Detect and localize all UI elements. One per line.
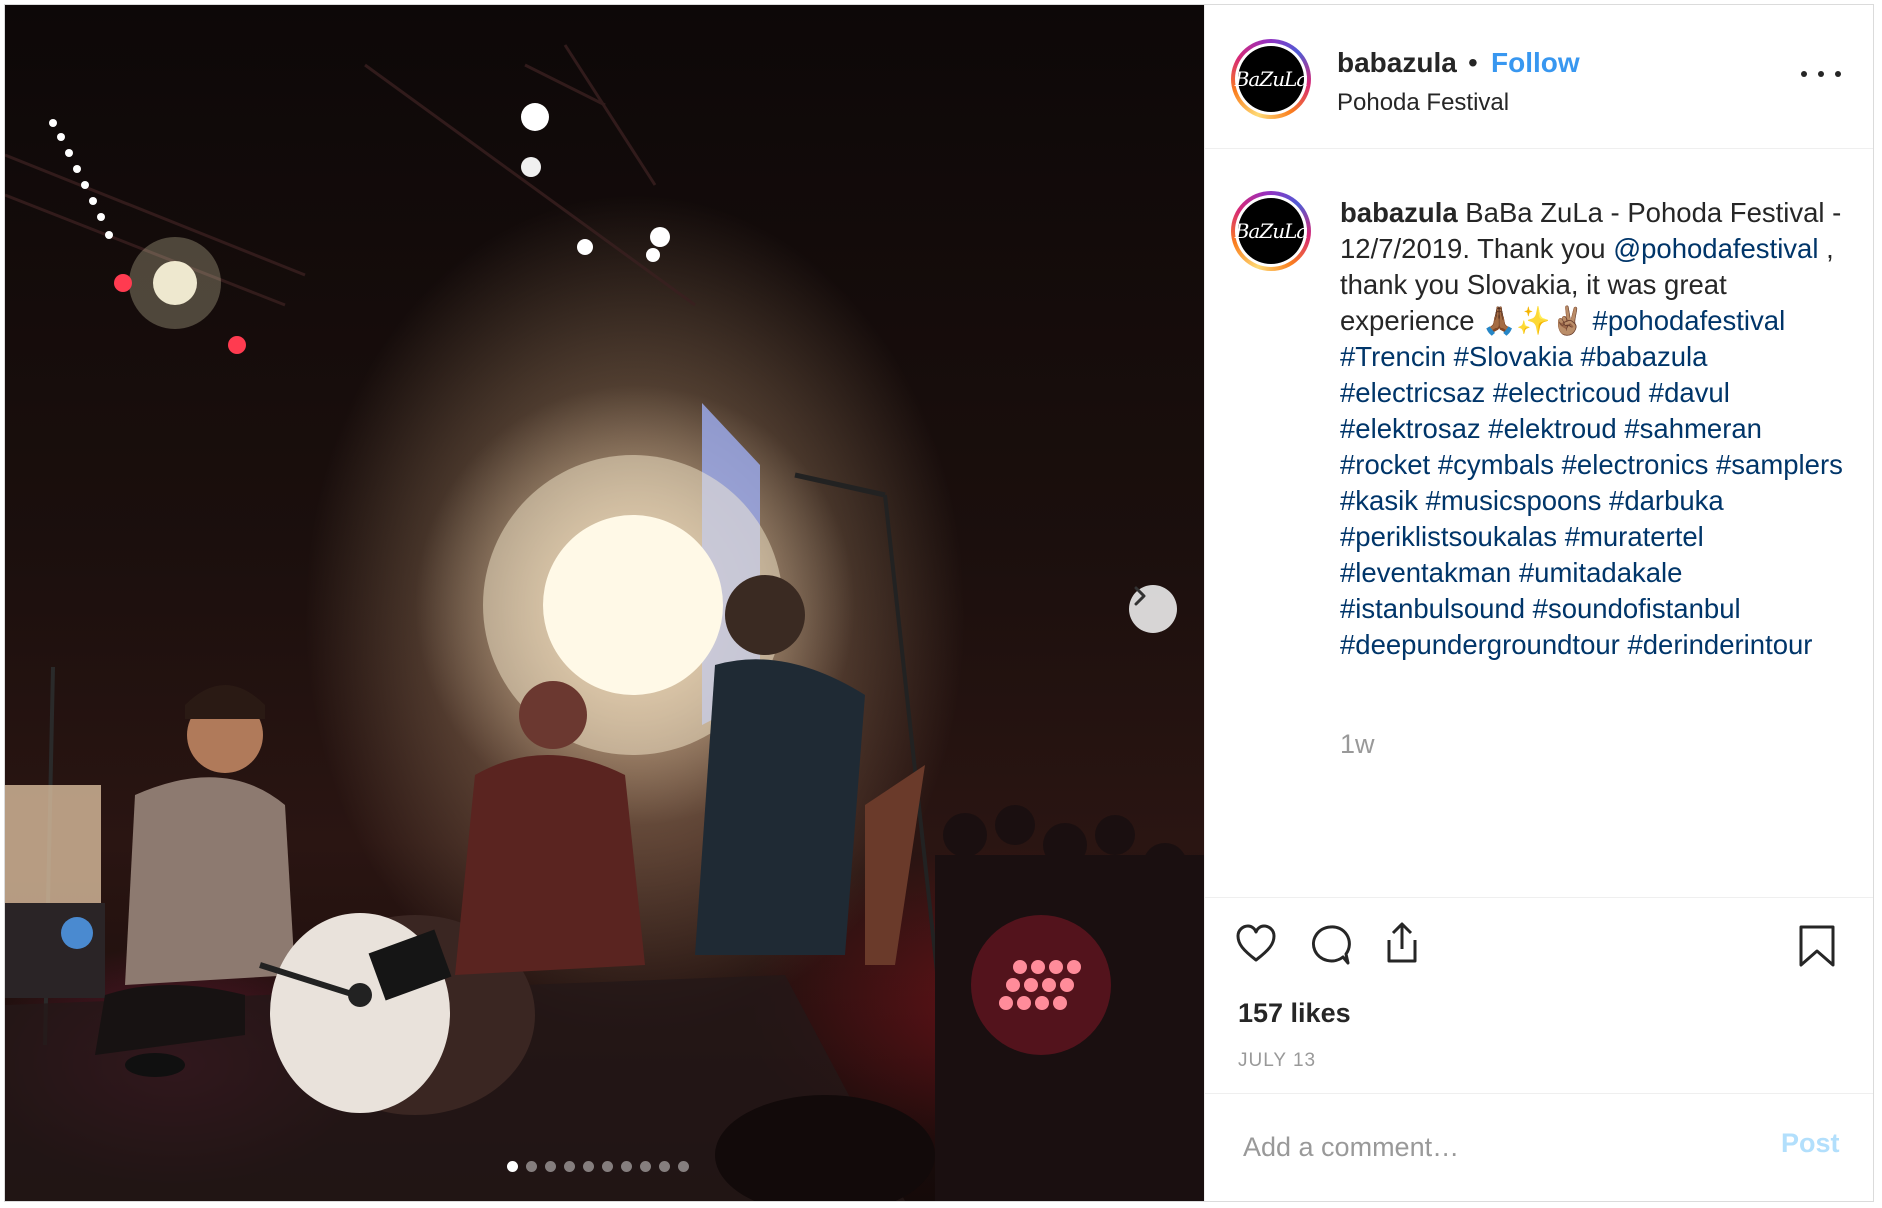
hashtag-link[interactable]: #elektrosaz [1340,413,1481,444]
carousel-dot [678,1161,689,1172]
hashtag-link[interactable]: #kasik [1340,485,1418,516]
post-actions: 157 likes JULY 13 [1205,897,1873,1094]
post-header: BaZuLa babazula • Follow Pohoda Festival [1205,5,1873,149]
carousel-dot [545,1161,556,1172]
chevron-right-icon [1134,586,1146,606]
hashtag-link[interactable]: #istanbulsound [1340,593,1525,624]
carousel-dot [602,1161,613,1172]
carousel-dot [564,1161,575,1172]
instagram-post: BaZuLa babazula • Follow Pohoda Festival… [4,4,1874,1202]
carousel-dot [621,1161,632,1172]
like-button[interactable] [1235,924,1277,969]
hashtag-link[interactable]: #electronics [1562,449,1709,480]
post-time-ago: 1w [1340,729,1375,759]
hashtag-link[interactable]: #cymbals [1438,449,1554,480]
post-date: JULY 13 [1238,1050,1317,1071]
hashtag-link[interactable]: #elektroud [1488,413,1616,444]
more-options-icon[interactable] [1801,59,1841,89]
concert-stage-scene [5,44,1204,1201]
carousel-dot [640,1161,651,1172]
caption-username[interactable]: babazula [1340,197,1458,228]
post-photo[interactable] [5,5,1204,1201]
hashtag-link[interactable]: #davul [1649,377,1730,408]
hashtag-link[interactable]: #deepundergroundtour [1340,629,1620,660]
post-caption: babazula BaBa ZuLa - Pohoda Festival - 1… [1340,195,1850,663]
caption-avatar[interactable]: BaZuLa [1231,191,1311,271]
heart-icon [1236,924,1276,962]
hashtag-link[interactable]: #electricsaz [1340,377,1485,408]
hashtag-link[interactable]: #babazula [1581,341,1708,372]
save-button[interactable] [1797,924,1837,973]
hashtag-link[interactable]: #periklistsoukalas [1340,521,1557,552]
hashtag-link[interactable]: #electricoud [1493,377,1641,408]
likes-count[interactable]: 157 likes [1238,998,1351,1029]
bookmark-icon [1799,925,1835,967]
speech-bubble-icon [1311,925,1351,965]
avatar[interactable]: BaZuLa [1231,39,1311,119]
hashtag-list: #pohodafestival #Trencin #Slovakia #baba… [1340,305,1843,660]
hashtag-link[interactable]: #sahmeran [1624,413,1762,444]
caption-section: BaZuLa babazula BaBa ZuLa - Pohoda Festi… [1205,149,1873,897]
carousel-dot [507,1161,518,1172]
hashtag-link[interactable]: #samplers [1716,449,1843,480]
hashtag-link[interactable]: #soundofistanbul [1533,593,1741,624]
header-username[interactable]: babazula [1337,47,1457,79]
hashtag-link[interactable]: #pohodafestival [1593,305,1786,336]
hashtag-link[interactable]: #musicspoons [1426,485,1602,516]
share-button[interactable] [1381,920,1423,971]
hashtag-link[interactable]: #derinderintour [1627,629,1812,660]
location-link[interactable]: Pohoda Festival [1337,89,1509,117]
next-slide-button[interactable] [1129,585,1177,633]
hashtag-link[interactable]: #darbuka [1609,485,1724,516]
mention-link[interactable]: @pohodafestival [1613,233,1818,264]
comment-button[interactable] [1309,924,1351,971]
comment-bar: Post [1205,1093,1873,1201]
hashtag-link[interactable]: #umitadakale [1519,557,1683,588]
hashtag-link[interactable]: #Slovakia [1454,341,1573,372]
hashtag-link[interactable]: #rocket [1340,449,1430,480]
separator-dot: • [1468,47,1478,78]
hashtag-link[interactable]: #muratertel [1565,521,1704,552]
carousel-dot [526,1161,537,1172]
avatar-logo: BaZuLa [1235,46,1308,112]
post-side-panel: BaZuLa babazula • Follow Pohoda Festival… [1204,5,1873,1201]
hashtag-link[interactable]: #Trencin [1340,341,1446,372]
hashtag-link[interactable]: #leventakman [1340,557,1511,588]
avatar-logo: BaZuLa [1235,198,1308,264]
carousel-dot [659,1161,670,1172]
follow-button[interactable]: Follow [1491,47,1580,79]
post-comment-button[interactable]: Post [1781,1128,1840,1159]
comment-input[interactable] [1241,1124,1765,1170]
share-icon [1387,922,1417,963]
carousel-indicator [507,1161,689,1172]
carousel-dot [583,1161,594,1172]
